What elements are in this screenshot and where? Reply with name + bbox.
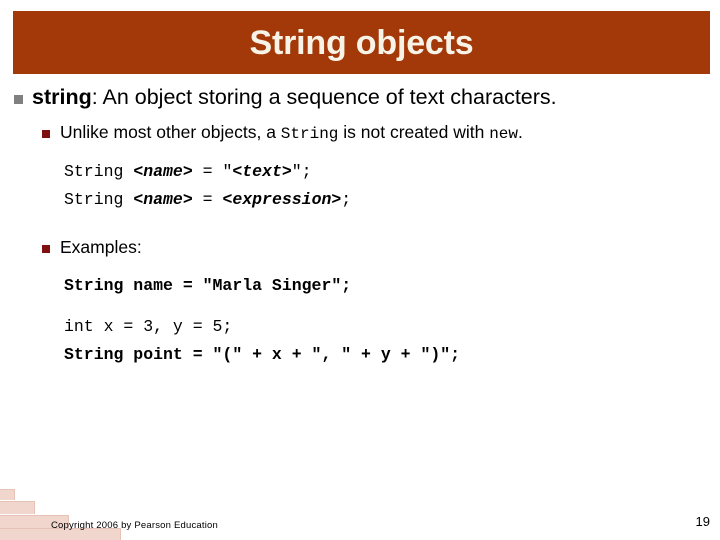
example-line-point-concat: String point = "(" + x + ", " + y + ")"; [64, 344, 461, 364]
examples-spacer [64, 301, 720, 313]
term-string: string [32, 85, 92, 109]
square-bullet-icon [42, 129, 50, 138]
examples-code-block: String name = "Marla Singer"; int x = 3,… [0, 272, 720, 369]
bullet-level2-examples: Examples: [0, 236, 720, 259]
page-number: 19 [695, 514, 710, 529]
bullet-level1: string: An object storing a sequence of … [0, 84, 720, 111]
footer-step-1 [0, 489, 15, 500]
term-string-definition: : An object storing a sequence of text c… [91, 85, 557, 109]
footer-step-2 [0, 501, 35, 514]
syntax-expression-placeholder: <expression> [222, 190, 342, 210]
creation-note-type: String [280, 124, 339, 143]
slide-content: string: An object storing a sequence of … [0, 84, 720, 369]
syntax-name-placeholder: <name> [133, 190, 193, 210]
syntax-text-placeholder: <text> [232, 161, 292, 181]
copyright-notice: Copyright 2006 by Pearson Education [51, 520, 219, 531]
slide-title-bar: String objects [13, 11, 710, 74]
creation-note-part2: is not created with [338, 121, 490, 142]
syntax-type-token: String [64, 190, 134, 210]
square-bullet-icon [42, 245, 50, 254]
square-bullet-icon [14, 95, 23, 104]
syntax-line1-end: "; [291, 161, 312, 181]
bullet-level2-creation-text: Unlike most other objects, a String is n… [60, 121, 523, 145]
bullet-level1-text: string: An object storing a sequence of … [32, 84, 557, 111]
bullet-level2-creation-note: Unlike most other objects, a String is n… [0, 121, 720, 145]
syntax-code-block: String <name> = "<text>"; String <name> … [0, 158, 720, 215]
footer-decoration-steps [0, 484, 140, 540]
syntax-assign-quote: = " [192, 161, 233, 181]
creation-note-part3: . [518, 121, 523, 142]
page-title: String objects [249, 23, 474, 62]
creation-note-part1: Unlike most other objects, a [60, 121, 281, 142]
syntax-name-placeholder: <name> [133, 161, 193, 181]
syntax-line2-end: ; [341, 190, 352, 210]
syntax-line-declaration-literal: String <name> = "<text>"; [64, 158, 720, 186]
syntax-line-declaration-expression: String <name> = <expression>; [64, 186, 720, 214]
example-line-name-declaration: String name = "Marla Singer"; [64, 276, 352, 296]
example-line-int-declaration: int x = 3, y = 5; [64, 316, 233, 336]
syntax-assign: = [192, 190, 223, 210]
examples-label: Examples: [60, 237, 142, 258]
syntax-type-token: String [64, 161, 134, 181]
creation-note-keyword-new: new [489, 124, 518, 143]
